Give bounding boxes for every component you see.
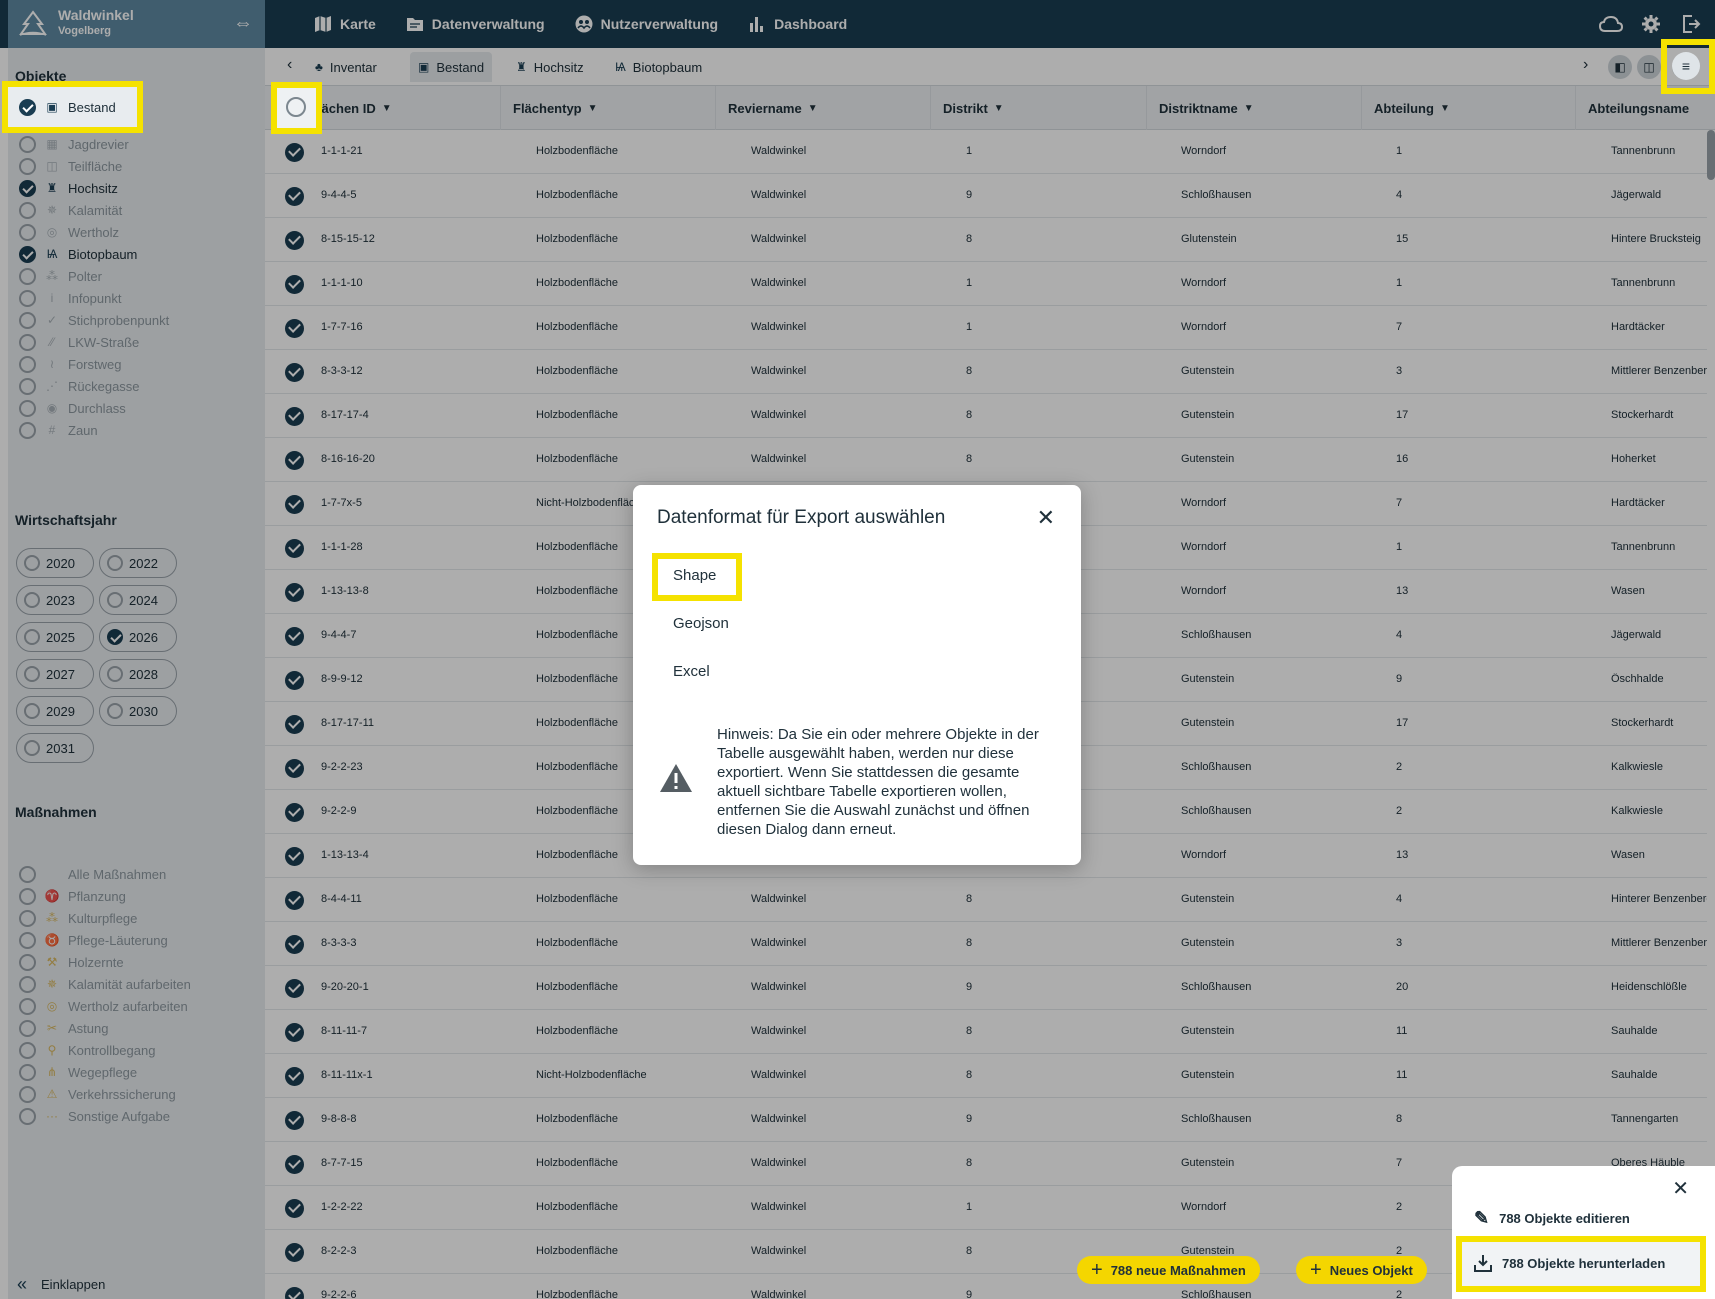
- close-icon[interactable]: ✕: [1672, 1176, 1689, 1201]
- new-object-label: Neues Objekt: [1329, 1262, 1413, 1278]
- download-objects-button[interactable]: 788 Objekte herunterladen: [1462, 1242, 1700, 1286]
- export-format-dialog: Datenformat für Export auswählen ✕ Shape…: [633, 485, 1081, 865]
- edit-objects-button[interactable]: ✎ 788 Objekte editieren: [1474, 1208, 1630, 1229]
- plus-icon: +: [1310, 1259, 1322, 1281]
- sidebar-item-label: Bestand: [68, 99, 116, 115]
- new-measures-label: 788 neue Maßnahmen: [1110, 1262, 1246, 1278]
- dialog-title: Datenformat für Export auswählen: [657, 507, 946, 528]
- sidebar-item-bestand-highlighted[interactable]: ▣ Bestand: [8, 87, 137, 127]
- new-object-button[interactable]: + Neues Objekt: [1296, 1256, 1427, 1284]
- plus-icon: +: [1091, 1259, 1103, 1281]
- pencil-icon: ✎: [1474, 1208, 1490, 1228]
- warning-icon: [660, 764, 692, 792]
- new-measures-button[interactable]: + 788 neue Maßnahmen: [1077, 1256, 1260, 1284]
- export-option-geojson[interactable]: Geojson: [673, 615, 729, 632]
- export-option-excel[interactable]: Excel: [673, 663, 710, 680]
- export-hint-text: Hinweis: Da Sie ein oder mehrere Objekte…: [717, 726, 1039, 838]
- select-all-checkbox[interactable]: [286, 97, 306, 117]
- edit-objects-label: 788 Objekte editieren: [1499, 1211, 1630, 1226]
- select-all-highlighted[interactable]: [277, 88, 316, 128]
- checkbox: [19, 98, 36, 116]
- stand-icon: ▣: [46, 100, 58, 114]
- list-view-button[interactable]: ≡: [1672, 52, 1700, 80]
- close-icon[interactable]: ✕: [1037, 505, 1055, 531]
- download-objects-label: 788 Objekte herunterladen: [1502, 1255, 1666, 1271]
- download-icon: [1474, 1255, 1492, 1272]
- export-option-shape[interactable]: Shape: [673, 567, 716, 584]
